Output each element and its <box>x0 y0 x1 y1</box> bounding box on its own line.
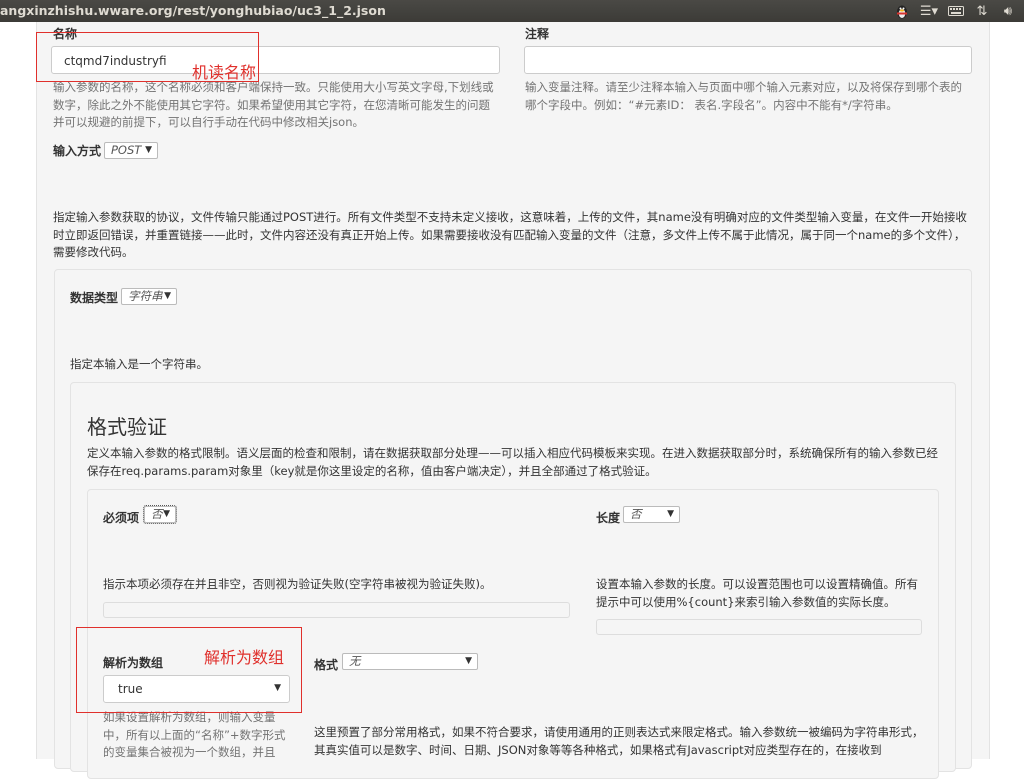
format-validation-panel: 格式验证 定义本输入参数的格式限制。语义层面的检查和限制，请在数据获取部分处理—… <box>70 382 956 779</box>
required-select[interactable]: 否 ▼ <box>143 505 177 524</box>
network-icon[interactable]: ⇅ <box>972 2 992 20</box>
chevron-down-icon: ▼ <box>163 509 170 519</box>
required-help-text: 指示本项必须存在并且非空，否则视为验证失败(空字符串被视为验证失败)。 <box>103 577 492 591</box>
comment-label: 注释 <box>525 27 550 41</box>
parse-array-annotation-box <box>76 627 302 713</box>
input-method-description: 指定输入参数获取的协议，文件传输只能通过POST进行。所有文件类型不支持未定义接… <box>53 210 967 259</box>
browser-title-bar: angxinzhishu.wware.org/rest/yonghubiao/u… <box>0 0 1024 22</box>
format-select[interactable]: 无 ▼ <box>342 653 478 670</box>
format-help-text: 这里预置了部分常用格式，如果不符合要求，请使用通用的正则表达式来限定格式。输入参… <box>314 725 924 757</box>
chevron-down-icon: ▼ <box>164 291 171 301</box>
required-message-input[interactable] <box>103 602 570 618</box>
comment-input[interactable] <box>524 46 972 74</box>
input-method-select[interactable]: POST ▼ <box>104 142 158 159</box>
length-help-text: 设置本输入参数的长度。可以设置范围也可以设置精确值。所有提示中可以使用%{cou… <box>596 577 918 609</box>
required-value: 否 <box>151 507 163 521</box>
name-annotation-label: 机读名称 <box>192 63 257 82</box>
data-type-description: 指定本输入是一个字符串。 <box>70 357 208 371</box>
length-value: 否 <box>630 507 642 521</box>
length-message-input[interactable] <box>596 619 922 635</box>
input-method-value: POST <box>111 143 142 157</box>
input-method-label: 输入方式 <box>53 144 102 158</box>
required-label: 必须项 <box>103 511 140 525</box>
data-type-value: 字符串 <box>128 289 163 303</box>
chevron-down-icon: ▼ <box>145 145 152 155</box>
url-text: angxinzhishu.wware.org/rest/yonghubiao/u… <box>0 3 386 18</box>
name-help-text: 输入参数的名称，这个名称必须和客户端保持一致。只能使用大小写英文字母,下划线或数… <box>53 80 494 129</box>
comment-help-text: 输入变量注释。请至少注释本输入与页面中哪个输入元素对应，以及将保存到哪个表的哪个… <box>525 80 962 112</box>
format-validation-heading: 格式验证 <box>87 415 167 439</box>
data-type-select[interactable]: 字符串 ▼ <box>121 288 177 305</box>
keyboard-icon[interactable] <box>946 2 966 20</box>
penguin-icon[interactable] <box>893 2 911 20</box>
parse-array-annotation-label: 解析为数组 <box>204 648 285 667</box>
volume-icon[interactable]: 🔊︎ <box>998 2 1018 20</box>
format-label: 格式 <box>314 658 339 672</box>
chevron-down-icon: ▼ <box>667 509 674 519</box>
format-validation-description: 定义本输入参数的格式限制。语义层面的检查和限制，请在数据获取部分处理——可以插入… <box>87 446 938 478</box>
format-value: 无 <box>349 654 361 668</box>
menu-icon[interactable]: ☰▾ <box>918 2 940 20</box>
chevron-down-icon: ▼ <box>465 656 472 666</box>
parse-array-help-text: 如果设置解析为数组，则输入变量中，所有以上面的“名称”+数字形式的变量集合被视为… <box>103 710 286 759</box>
length-label: 长度 <box>596 511 621 525</box>
data-type-label: 数据类型 <box>70 291 119 305</box>
length-select[interactable]: 否 ▼ <box>623 506 680 523</box>
